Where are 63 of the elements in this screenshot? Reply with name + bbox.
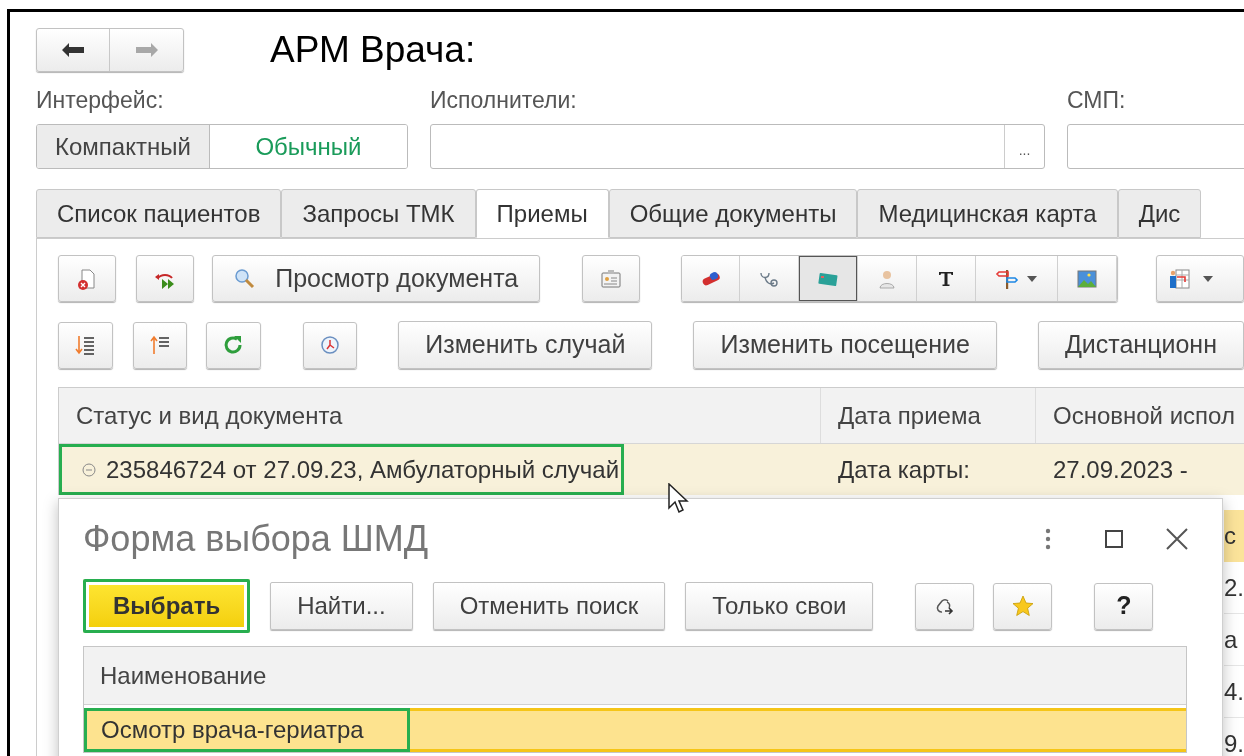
- table-cell: 235846724 от 27.09.23, Амбулаторный случай: [59, 444, 625, 495]
- maximize-icon[interactable]: [1105, 530, 1123, 548]
- collapse-icon[interactable]: [82, 462, 96, 477]
- table-cell-text: Дата карты:: [838, 454, 970, 485]
- tab[interactable]: Приемы: [475, 189, 609, 238]
- field-label: СМП:: [1067, 86, 1127, 114]
- table-cell-text: 4.: [1224, 676, 1244, 707]
- table-row[interactable]: 235846724 от 27.09.23, Амбулаторный случай Дата карты: 27.09.2023 -: [59, 444, 1244, 495]
- tab[interactable]: Список пациентов: [36, 189, 282, 238]
- tab[interactable]: Общие документы: [608, 189, 858, 238]
- table-row[interactable]: Осмотр врача-гериатра: [84, 708, 1186, 752]
- tab[interactable]: Медицинская карта: [857, 189, 1118, 238]
- smp-field[interactable]: [1067, 124, 1244, 169]
- column-header: Статус и вид документа: [59, 388, 821, 443]
- select-button[interactable]: ...: [1004, 125, 1044, 168]
- toolbar-button[interactable]: [681, 256, 741, 301]
- toolbar-button[interactable]: [916, 256, 976, 301]
- action-button[interactable]: Изменить посещение: [693, 321, 997, 369]
- action-button[interactable]: Дистанционн: [1037, 321, 1244, 369]
- table-cell-text: с: [1224, 521, 1236, 551]
- action-button[interactable]: Изменить случай: [398, 321, 653, 369]
- performers-field[interactable]: ...: [430, 124, 1045, 169]
- link-button[interactable]: [915, 582, 975, 630]
- column-header: Наименование: [99, 660, 268, 691]
- dialog-button[interactable]: Отменить поиск: [432, 582, 666, 630]
- toolbar-button[interactable]: [1057, 256, 1117, 301]
- column-header: Дата приема: [821, 388, 1036, 443]
- table-cell-text: 27.09.2023 -: [1053, 454, 1188, 485]
- toolbar-button[interactable]: [740, 256, 800, 301]
- sort-descending-button[interactable]: [58, 321, 113, 369]
- table-cell-text: а: [1224, 624, 1238, 655]
- dialog-button[interactable]: Только свои: [685, 582, 874, 630]
- sort-ascending-icon: [147, 333, 172, 357]
- help-button[interactable]: ?: [1094, 582, 1154, 630]
- field-label: Интерфейс:: [36, 86, 165, 114]
- toolbar-button[interactable]: [975, 256, 1058, 301]
- interface-toggle-option[interactable]: Компактный: [37, 125, 210, 168]
- delete-document-button[interactable]: [58, 255, 116, 302]
- tab[interactable]: Запросы ТМК: [281, 189, 476, 238]
- column-header: Основной испол: [1036, 388, 1244, 443]
- star-icon: [1010, 594, 1035, 618]
- table-cell-text: 2.: [1224, 572, 1244, 603]
- dialog-button[interactable]: Найти...: [270, 582, 413, 630]
- field-label: Исполнители:: [430, 86, 578, 114]
- sort-ascending-button[interactable]: [132, 321, 188, 369]
- table-cell: Осмотр врача-гериатра: [84, 708, 410, 752]
- dialog-title: Форма выбора ШМД: [83, 517, 430, 561]
- close-icon[interactable]: [1166, 528, 1188, 550]
- table-cell-text: 9.: [1224, 728, 1244, 756]
- window-title: АРМ Врача:: [270, 28, 476, 73]
- tab[interactable]: Дис: [1117, 189, 1202, 238]
- dialog-button[interactable]: Выбрать: [83, 579, 251, 633]
- refresh-button[interactable]: [206, 321, 261, 369]
- more-icon[interactable]: [1045, 528, 1051, 550]
- history-button[interactable]: [302, 321, 358, 369]
- back-arrow-icon: [62, 43, 84, 57]
- forward-arrow-icon: [135, 43, 158, 57]
- view-document-button[interactable]: Просмотр документа: [211, 255, 540, 302]
- toolbar-button[interactable]: [799, 256, 858, 301]
- caret-icon: [1027, 275, 1038, 282]
- undo-forward-button[interactable]: [135, 255, 194, 302]
- caret-icon: [1202, 275, 1213, 282]
- table-settings-button[interactable]: [1155, 255, 1244, 302]
